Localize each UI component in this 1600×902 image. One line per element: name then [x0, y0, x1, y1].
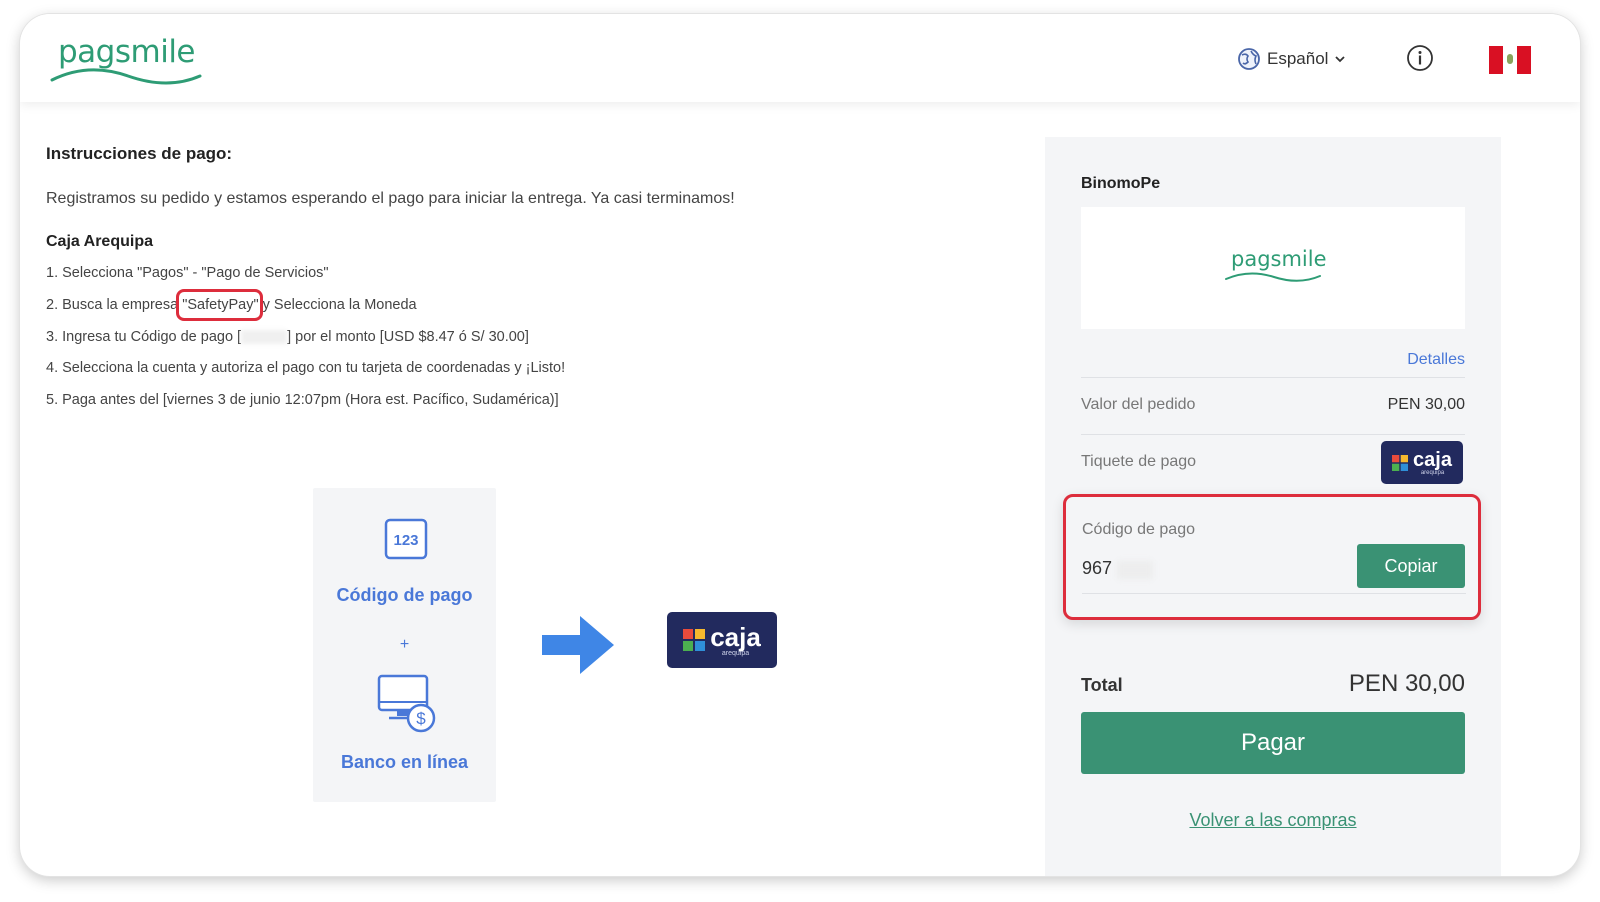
chevron-down-icon	[1335, 56, 1346, 63]
step-1: 1. Selecciona "Pagos" - "Pago de Servici…	[46, 265, 329, 281]
info-icon[interactable]	[1406, 44, 1434, 72]
instructions-title: Instrucciones de pago:	[46, 144, 233, 163]
bank-title: Caja Arequipa	[46, 233, 153, 250]
logo-swoosh-icon	[50, 68, 202, 85]
caja-word: caja	[710, 621, 761, 652]
logo-swoosh-icon	[1225, 272, 1321, 282]
step-3-pre: 3. Ingresa tu Código de pago [	[46, 329, 242, 345]
step-3-post: ] por el monto [USD $8.47 ó S/ 30.00]	[287, 329, 529, 345]
card-bank-label: Banco en línea	[340, 752, 469, 772]
instructions-intro: Registramos su pedido y estamos esperand…	[46, 190, 735, 207]
payment-code-panel: Código de pago 967 Copiar	[1063, 494, 1481, 620]
code-icon-text: 123	[393, 532, 418, 549]
divider	[1082, 593, 1466, 594]
divider	[1081, 434, 1465, 435]
payment-code-value: 967	[1082, 558, 1113, 578]
step-5: 5. Paga antes del [viernes 3 de junio 12…	[46, 392, 559, 408]
caja-arequipa-logo: caja arequipa	[667, 612, 777, 668]
caja-ticket-logo: caja arequipa	[1381, 441, 1463, 484]
order-summary-panel: BinomoPe pagsmile Detalles Valor del ped…	[1045, 137, 1501, 876]
language-label: Español	[1267, 49, 1329, 68]
top-header: pagsmile Español	[20, 14, 1580, 102]
order-value: PEN 30,00	[1387, 396, 1465, 413]
step-2-post: y Selecciona la Moneda	[258, 297, 417, 313]
step-2: 2. Busca la empresa "SafetyPay" y Selecc…	[46, 289, 417, 321]
order-value-label: Valor del pedido	[1081, 396, 1196, 413]
language-selector[interactable]: Español	[1237, 44, 1346, 74]
caja-word: caja	[1413, 448, 1452, 471]
total-value: PEN 30,00	[1348, 670, 1465, 697]
details-link[interactable]: Detalles	[1407, 351, 1465, 369]
highlight-box	[176, 289, 263, 321]
step-2-pre: 2. Busca la empresa	[46, 297, 183, 313]
merchant-name: BinomoPe	[1081, 175, 1161, 192]
merchant-logo: pagsmile	[1224, 247, 1327, 291]
step-4: 4. Selecciona la cuenta y autoriza el pa…	[46, 360, 566, 376]
copy-button[interactable]: Copiar	[1357, 544, 1465, 588]
redacted-code	[241, 330, 288, 345]
step-3: 3. Ingresa tu Código de pago [ ] por el m…	[46, 329, 529, 345]
redacted-code	[1117, 561, 1153, 579]
globe-icon	[1238, 48, 1260, 70]
caja-mosaic-icon	[1392, 454, 1409, 471]
pay-button[interactable]: Pagar	[1081, 712, 1465, 774]
arrow-right-icon	[542, 616, 614, 674]
svg-text:$: $	[416, 709, 426, 728]
payment-method-card: 123 Código de pago + $ Banco en línea	[313, 488, 496, 802]
total-label: Total	[1081, 675, 1123, 695]
card-code-label: Código de pago	[336, 585, 473, 605]
browser-frame: pagsmile Español Instrucciones de pago: …	[20, 14, 1580, 876]
back-to-shopping-link[interactable]: Volver a las compras	[1045, 810, 1501, 831]
caja-mosaic-icon	[683, 629, 706, 651]
merchant-logo-box: pagsmile	[1081, 207, 1465, 329]
code-123-icon: 123	[384, 518, 428, 560]
card-plus: +	[399, 636, 410, 653]
safetypay-highlight: "SafetyPay"	[176, 289, 263, 321]
peru-flag-icon[interactable]	[1489, 46, 1531, 74]
payment-code-label: Código de pago	[1082, 521, 1195, 538]
divider	[1081, 377, 1465, 378]
main-content: Instrucciones de pago: Registramos su pe…	[20, 102, 1580, 876]
pagsmile-logo[interactable]: pagsmile	[48, 32, 208, 92]
ticket-label: Tiquete de pago	[1081, 453, 1197, 470]
online-bank-icon: $	[377, 674, 436, 733]
